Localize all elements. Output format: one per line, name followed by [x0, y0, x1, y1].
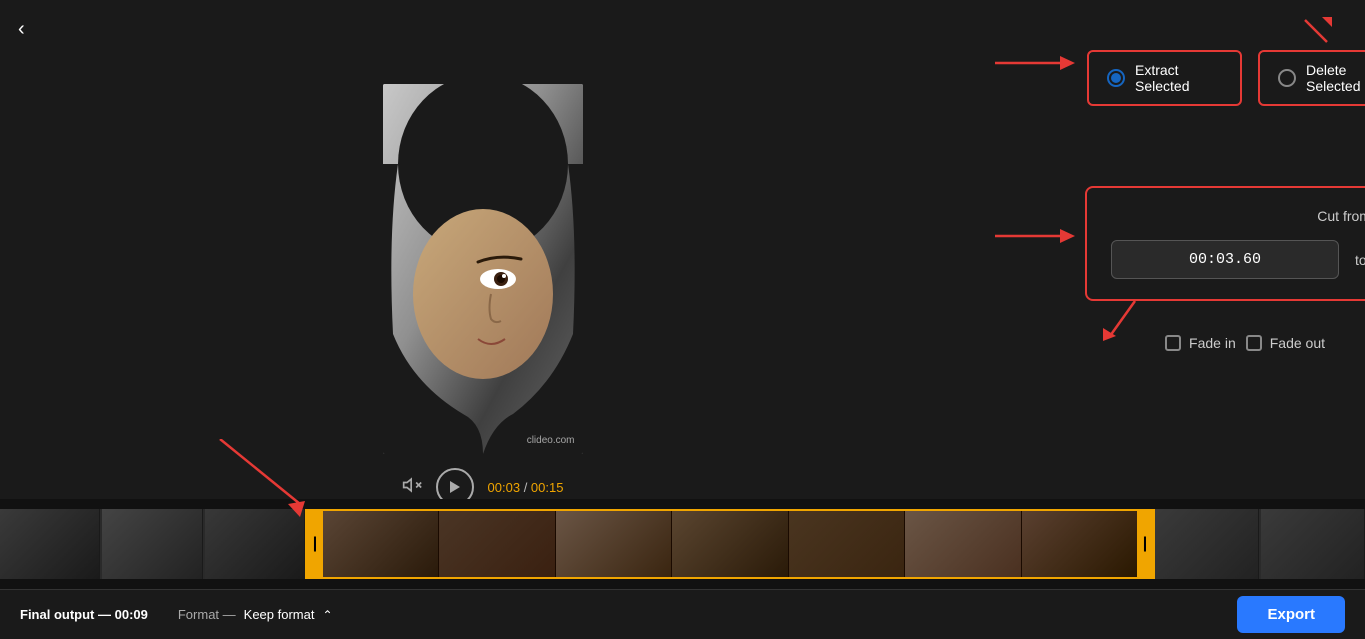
watermark: clideo.com — [527, 435, 575, 446]
video-preview: clideo.com — [383, 84, 583, 454]
fade-out-checkbox[interactable] — [1246, 335, 1262, 351]
delete-selected-button[interactable]: Delete Selected — [1258, 50, 1365, 106]
delete-radio[interactable] — [1278, 69, 1296, 87]
final-output-info: Final output — 00:09 — [20, 607, 148, 622]
arrow-to-cut — [995, 221, 1075, 256]
final-output-value: 00:09 — [115, 607, 148, 622]
mute-button[interactable] — [402, 475, 422, 500]
fade-in-option[interactable]: Fade in — [1165, 335, 1236, 351]
frame-thumb — [905, 511, 1021, 577]
cut-label: Cut from, sec: — [1111, 208, 1365, 224]
format-label: Format — — [178, 607, 236, 622]
extract-selected-button[interactable]: Extract Selected — [1087, 50, 1242, 106]
top-right-arrow — [1297, 12, 1337, 57]
thumb-item — [102, 509, 202, 579]
thumb-item — [1261, 509, 1365, 579]
frame-thumb — [556, 511, 672, 577]
cut-inputs: to — [1111, 240, 1365, 279]
left-trim-handle[interactable]: | — [307, 511, 323, 577]
fade-out-label: Fade out — [1270, 335, 1325, 351]
fade-in-label: Fade in — [1189, 335, 1236, 351]
arrow-to-extract — [995, 48, 1075, 78]
extract-radio[interactable] — [1107, 69, 1125, 87]
video-panel: clideo.com 00:03 / 00:15 — [0, 0, 965, 580]
extract-label: Extract Selected — [1135, 62, 1222, 94]
fade-in-checkbox[interactable] — [1165, 335, 1181, 351]
right-panel: Extract Selected Delete Selected — [965, 0, 1365, 580]
thumb-item — [1155, 509, 1259, 579]
frame-thumb — [672, 511, 788, 577]
to-text: to — [1355, 252, 1365, 268]
action-buttons-row: Extract Selected Delete Selected — [995, 20, 1335, 106]
chevron-down-icon: ⌃ — [322, 608, 332, 622]
frame-thumb — [789, 511, 905, 577]
delete-label: Delete Selected — [1306, 62, 1365, 94]
action-buttons: Extract Selected Delete Selected — [1087, 50, 1365, 106]
bottom-bar: Final output — 00:09 Format — Keep forma… — [0, 589, 1365, 639]
arrow-to-left-handle — [200, 439, 320, 524]
cut-section-wrapper: Cut from, sec: to — [995, 176, 1335, 301]
back-button[interactable]: ‹ — [18, 18, 25, 41]
time-display: 00:03 / 00:15 — [488, 480, 564, 495]
cut-from-input[interactable] — [1111, 240, 1339, 279]
timeline-area: | | — [0, 499, 1365, 589]
format-selector[interactable]: Format — Keep format ⌃ — [178, 607, 333, 622]
thumb-item — [0, 509, 100, 579]
fade-section: Fade in Fade out — [995, 326, 1335, 351]
format-value: Keep format — [244, 607, 315, 622]
frame-thumb — [1022, 511, 1137, 577]
post-selection-thumbs — [1155, 509, 1365, 579]
fade-out-option[interactable]: Fade out — [1246, 335, 1325, 351]
right-trim-handle[interactable]: | — [1137, 511, 1153, 577]
selected-region: | | — [305, 509, 1155, 579]
cut-section: Cut from, sec: to — [1085, 186, 1365, 301]
back-icon: ‹ — [18, 18, 25, 40]
arrow-to-fade-out — [1095, 296, 1145, 351]
frame-thumb — [439, 511, 555, 577]
export-button[interactable]: Export — [1237, 596, 1345, 633]
frame-thumb — [323, 511, 439, 577]
